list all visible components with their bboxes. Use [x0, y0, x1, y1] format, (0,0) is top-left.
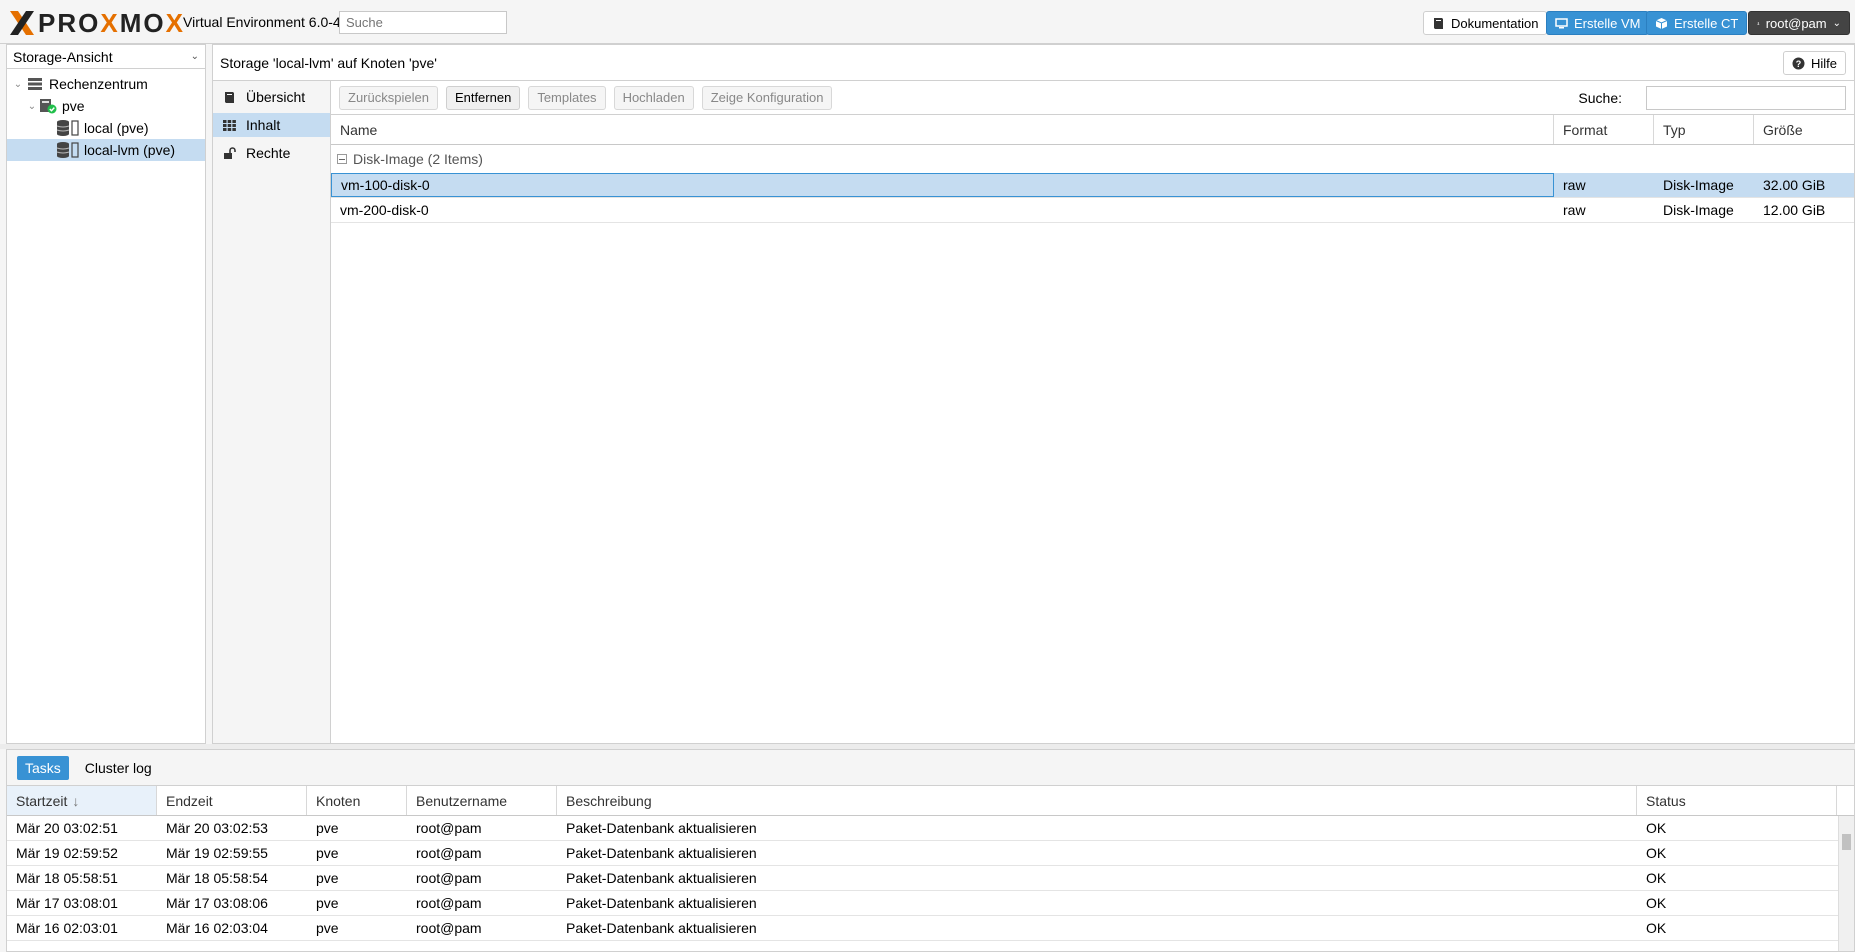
proxmox-logo[interactable]: PROXMOX: [8, 7, 185, 38]
tree-item-node-pve[interactable]: ⌄ pve: [7, 95, 205, 117]
collapse-toggle-icon[interactable]: ⌄: [13, 79, 23, 90]
column-header-username[interactable]: Benutzername: [407, 786, 557, 815]
svg-text:?: ?: [1796, 59, 1802, 69]
column-header-node[interactable]: Knoten: [307, 786, 407, 815]
tree-item-storage-local-lvm[interactable]: local-lvm (pve): [7, 139, 205, 161]
table-row[interactable]: vm-200-disk-0 raw Disk-Image 12.00 GiB: [331, 198, 1854, 223]
documentation-button[interactable]: Dokumentation: [1423, 11, 1548, 35]
tab-tasks[interactable]: Tasks: [17, 755, 69, 780]
column-header-description[interactable]: Beschreibung: [557, 786, 1637, 815]
tree-item-storage-local[interactable]: local (pve): [7, 117, 205, 139]
book-icon: [1434, 17, 1443, 29]
column-header-status[interactable]: Status: [1637, 786, 1837, 815]
user-menu-button[interactable]: root@pam ⌄: [1748, 11, 1850, 35]
bottom-log-panel: Tasks Cluster log Startzeit ↓ Endzeit Kn…: [6, 749, 1855, 952]
task-row[interactable]: Mär 17 03:08:01 Mär 17 03:08:06 pve root…: [7, 891, 1854, 916]
sort-desc-icon: ↓: [72, 792, 80, 809]
restore-button[interactable]: Zurückspielen: [339, 85, 438, 110]
resource-tree-panel: Storage-Ansicht ⌄ ⌄ Rechenzentrum ⌄ pve …: [6, 44, 206, 744]
storage-icon: [56, 120, 79, 136]
search-input[interactable]: [339, 11, 507, 34]
remove-button[interactable]: Entfernen: [445, 85, 521, 110]
task-row[interactable]: Mär 19 02:59:52 Mär 19 02:59:55 pve root…: [7, 841, 1854, 866]
show-config-button[interactable]: Zeige Konfiguration: [701, 85, 833, 110]
content-grid-header: Name Format Typ Größe: [331, 115, 1854, 145]
panel-header: Storage 'local-lvm' auf Knoten 'pve' ? H…: [213, 45, 1854, 81]
column-header-end-time[interactable]: Endzeit: [157, 786, 307, 815]
top-bar: PROXMOX Virtual Environment 6.0-4 Dokume…: [0, 0, 1855, 44]
table-row[interactable]: vm-100-disk-0 raw Disk-Image 32.00 GiB: [331, 173, 1854, 198]
create-vm-button[interactable]: Erstelle VM: [1546, 11, 1650, 35]
question-circle-icon: ?: [1792, 57, 1805, 69]
column-header-name[interactable]: Name: [331, 115, 1554, 144]
version-label: Virtual Environment 6.0-4: [183, 14, 341, 30]
templates-button[interactable]: Templates: [528, 85, 606, 110]
column-header-format[interactable]: Format: [1554, 115, 1654, 144]
content-area: Zurückspielen Entfernen Templates Hochla…: [331, 81, 1854, 743]
group-header-disk-image[interactable]: Disk-Image (2 Items): [331, 145, 1854, 173]
task-row[interactable]: Mär 18 05:58:51 Mär 18 05:58:54 pve root…: [7, 866, 1854, 891]
column-header-type[interactable]: Typ: [1654, 115, 1754, 144]
tasks-scrollbar[interactable]: [1838, 816, 1854, 951]
storage-icon: [56, 142, 79, 158]
column-header-start-time[interactable]: Startzeit ↓: [7, 786, 157, 815]
create-ct-button[interactable]: Erstelle CT: [1646, 11, 1748, 35]
upload-button[interactable]: Hochladen: [613, 85, 694, 110]
bottom-tabs: Tasks Cluster log: [7, 750, 1854, 786]
help-button[interactable]: ? Hilfe: [1782, 51, 1846, 75]
page-title: Storage 'local-lvm' auf Knoten 'pve': [220, 54, 437, 71]
user-icon: [1757, 21, 1760, 25]
view-select[interactable]: Storage-Ansicht ⌄: [7, 45, 205, 69]
proxmox-x-icon: [10, 11, 34, 35]
task-row[interactable]: Mär 20 03:02:51 Mär 20 03:02:53 pve root…: [7, 816, 1854, 841]
scrollbar-thumb[interactable]: [1842, 834, 1851, 850]
nav-item-permissions[interactable]: Rechte: [213, 141, 330, 165]
tasks-table-header: Startzeit ↓ Endzeit Knoten Benutzername …: [7, 786, 1854, 816]
book-icon: [225, 91, 234, 103]
collapse-icon[interactable]: [337, 154, 347, 164]
datacenter-icon: [28, 78, 42, 90]
column-header-size[interactable]: Größe: [1754, 115, 1854, 144]
chevron-down-icon: ⌄: [190, 51, 199, 62]
search-label: Suche:: [1578, 90, 1622, 106]
unlock-icon: [224, 146, 236, 159]
tree-item-datacenter[interactable]: ⌄ Rechenzentrum: [7, 73, 205, 95]
sub-navigation: Übersicht Inhalt Rechte: [213, 81, 331, 743]
brand-name: PROXMOX: [38, 7, 185, 38]
chevron-down-icon: ⌄: [1832, 17, 1841, 29]
nav-item-content[interactable]: Inhalt: [213, 113, 330, 137]
tab-cluster-log[interactable]: Cluster log: [77, 756, 160, 780]
grid-icon: [223, 119, 236, 131]
nav-item-overview[interactable]: Übersicht: [213, 85, 330, 109]
cube-icon: [1655, 17, 1668, 29]
node-online-icon: [40, 99, 57, 114]
content-search-input[interactable]: [1646, 86, 1846, 110]
task-row[interactable]: Mär 16 02:03:01 Mär 16 02:03:04 pve root…: [7, 916, 1854, 941]
monitor-icon: [1555, 17, 1568, 28]
collapse-toggle-icon[interactable]: ⌄: [27, 101, 37, 112]
main-panel: Storage 'local-lvm' auf Knoten 'pve' ? H…: [212, 44, 1855, 744]
content-toolbar: Zurückspielen Entfernen Templates Hochla…: [331, 81, 1854, 115]
